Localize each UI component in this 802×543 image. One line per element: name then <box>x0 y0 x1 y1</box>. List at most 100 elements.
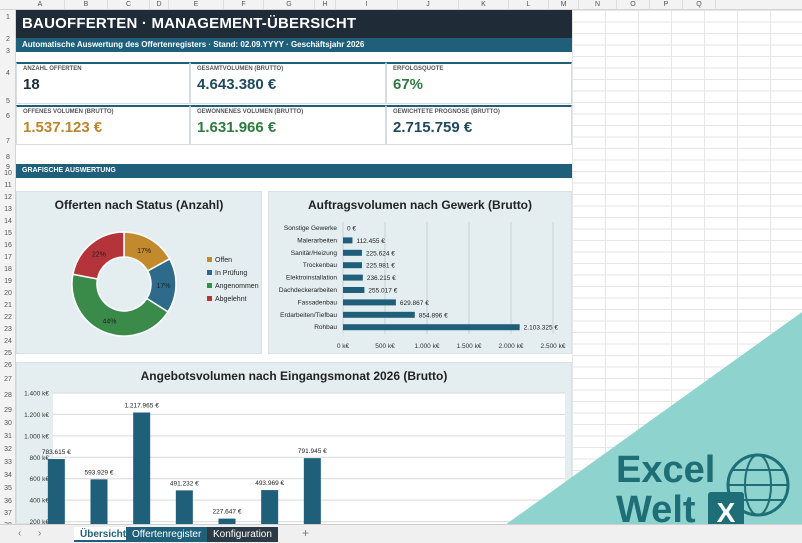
row-header-21[interactable]: 21 <box>0 302 16 309</box>
row-header-36[interactable]: 36 <box>0 498 16 505</box>
column-header-i[interactable]: I <box>336 0 398 10</box>
kpi-card-count[interactable]: ANZAHL OFFERTEN 18 <box>16 62 190 104</box>
kpi-value: 67% <box>393 76 424 93</box>
row-header-25[interactable]: 25 <box>0 350 16 357</box>
kpi-value: 4.643.380 € <box>197 76 277 93</box>
row-header-8[interactable]: 8 <box>0 154 16 161</box>
row-header-26[interactable]: 26 <box>0 362 16 369</box>
kpi-value: 1.631.966 € <box>197 119 277 136</box>
column-header-k[interactable]: K <box>459 0 509 10</box>
row-header-35[interactable]: 35 <box>0 485 16 492</box>
column-header-n[interactable]: N <box>579 0 617 10</box>
row-header-34[interactable]: 34 <box>0 472 16 479</box>
scroll-tabs-left-icon[interactable]: ‹ <box>18 528 21 539</box>
row-header-14[interactable]: 14 <box>0 218 16 225</box>
row-header-6[interactable]: 6 <box>0 113 16 120</box>
scroll-tabs-right-icon[interactable]: › <box>38 528 41 539</box>
y-tick-label: 1.400 k€ <box>24 391 49 398</box>
row-header-30[interactable]: 30 <box>0 420 16 427</box>
column-header-a[interactable]: A <box>16 0 65 10</box>
row-header-4[interactable]: 4 <box>0 70 16 77</box>
sheet-tab-bar: ‹ › Übersicht Offertenregister Konfigura… <box>0 524 802 543</box>
trade-volume-chart-panel[interactable]: Auftragsvolumen nach Gewerk (Brutto) 0 k… <box>268 191 572 354</box>
row-header-31[interactable]: 31 <box>0 433 16 440</box>
column-header-m[interactable]: M <box>549 0 579 10</box>
column-header-l[interactable]: L <box>509 0 549 10</box>
row-header-29[interactable]: 29 <box>0 407 16 414</box>
kpi-card-won-volume[interactable]: GEWONNENES VOLUMEN (BRUTTO) 1.631.966 € <box>190 105 386 145</box>
kpi-card-total-volume[interactable]: GESAMTVOLUMEN (BRUTTO) 4.643.380 € <box>190 62 386 104</box>
row-header-22[interactable]: 22 <box>0 314 16 321</box>
row-header-28[interactable]: 28 <box>0 392 16 399</box>
x-tick-label: 2.500 k€ <box>541 343 566 350</box>
slice-value-label: 17% <box>137 248 151 255</box>
kpi-card-open-volume[interactable]: OFFENES VOLUMEN (BRUTTO) 1.537.123 € <box>16 105 190 145</box>
kpi-card-forecast[interactable]: GEWICHTETE PROGNOSE (BRUTTO) 2.715.759 € <box>386 105 572 145</box>
tab-konfiguration[interactable]: Konfiguration <box>207 527 278 542</box>
row-header-11[interactable]: 11 <box>0 182 16 189</box>
legend-label: In Prüfung <box>215 270 247 277</box>
chart-title: Auftragsvolumen nach Gewerk (Brutto) <box>307 198 533 212</box>
column-header-p[interactable]: P <box>650 0 683 10</box>
bar-value-label: 783.615 € <box>42 449 71 456</box>
x-tick-label: 1.000 k€ <box>415 343 440 350</box>
status-chart-panel[interactable]: Offerten nach Status (Anzahl) 17% 17% 44% 2… <box>16 191 262 354</box>
row-header-13[interactable]: 13 <box>0 206 16 213</box>
column-header-c[interactable]: C <box>108 0 150 10</box>
column-header-o[interactable]: O <box>617 0 650 10</box>
kpi-card-success-rate[interactable]: ERFOLGSQUOTE 67% <box>386 62 572 104</box>
add-sheet-button[interactable]: + <box>302 526 309 540</box>
legend-label: Abgelehnt <box>215 296 247 303</box>
row-header-12[interactable]: 12 <box>0 194 16 201</box>
kpi-label: OFFENES VOLUMEN (BRUTTO) <box>23 109 114 115</box>
x-tick-label: 500 k€ <box>375 343 395 350</box>
column-header-j[interactable]: J <box>398 0 459 10</box>
row-header-2[interactable]: 2 <box>0 36 16 43</box>
row-header-17[interactable]: 17 <box>0 254 16 261</box>
row-header-10[interactable]: 10 <box>0 170 16 177</box>
column-header-f[interactable]: F <box>224 0 264 10</box>
row-header-bar: 1 2 3 4 5 6 7 8 9 10 11 12 13 14 15 16 17 18 19 20 21 22 23 24 2… <box>0 10 16 529</box>
empty-grid-area[interactable] <box>572 10 802 524</box>
column-header-bar: ABCDEFGHIJKLMNOPQ <box>0 0 802 10</box>
bar-value-label: 593.929 € <box>85 469 114 476</box>
bar-value-label: 227.647 € <box>213 509 242 516</box>
tab-offertenregister[interactable]: Offertenregister <box>126 527 208 542</box>
bar-value-label: 854.896 € <box>419 312 448 319</box>
category-label: Sanitär/Heizung <box>291 250 338 257</box>
donut-chart: 17% 17% 44% 22% Offen In Prüfung Angenommen Abg… <box>71 231 259 337</box>
column-header-d[interactable]: D <box>150 0 169 10</box>
row-header-23[interactable]: 23 <box>0 326 16 333</box>
row-header-33[interactable]: 33 <box>0 459 16 466</box>
column-header-e[interactable]: E <box>169 0 224 10</box>
column-header-g[interactable]: G <box>264 0 315 10</box>
x-tick-label: 0 k€ <box>337 343 350 350</box>
row-header-19[interactable]: 19 <box>0 278 16 285</box>
row-header-18[interactable]: 18 <box>0 266 16 273</box>
bar <box>90 479 108 525</box>
monthly-volume-chart-panel[interactable]: Angebotsvolumen nach Eingangsmonat 2026 … <box>16 362 572 525</box>
row-header-15[interactable]: 15 <box>0 230 16 237</box>
row-header-37[interactable]: 37 <box>0 510 16 517</box>
row-header-1[interactable]: 1 <box>0 14 16 21</box>
page-subtitle: Automatische Auswertung des Offertenregi… <box>16 38 572 52</box>
row-header-5[interactable]: 5 <box>0 98 16 105</box>
column-header-h[interactable]: H <box>315 0 336 10</box>
row-header-3[interactable]: 3 <box>0 48 16 55</box>
row-header-7[interactable]: 7 <box>0 138 16 145</box>
bar <box>343 287 365 293</box>
row-header-27[interactable]: 27 <box>0 376 16 383</box>
bar <box>303 458 321 525</box>
bar-value-label: 112.455 € <box>356 238 385 245</box>
column-header-b[interactable]: B <box>65 0 108 10</box>
bar <box>343 249 362 256</box>
row-header-32[interactable]: 32 <box>0 446 16 453</box>
row-header-16[interactable]: 16 <box>0 242 16 249</box>
category-label: Trockenbau <box>303 262 337 269</box>
row-header-20[interactable]: 20 <box>0 290 16 297</box>
category-label: Dachdeckerarbeiten <box>279 287 338 294</box>
kpi-value: 1.537.123 € <box>23 119 103 136</box>
column-header-q[interactable]: Q <box>683 0 716 10</box>
row-header-24[interactable]: 24 <box>0 338 16 345</box>
tab-uebersicht[interactable]: Übersicht <box>74 527 133 542</box>
